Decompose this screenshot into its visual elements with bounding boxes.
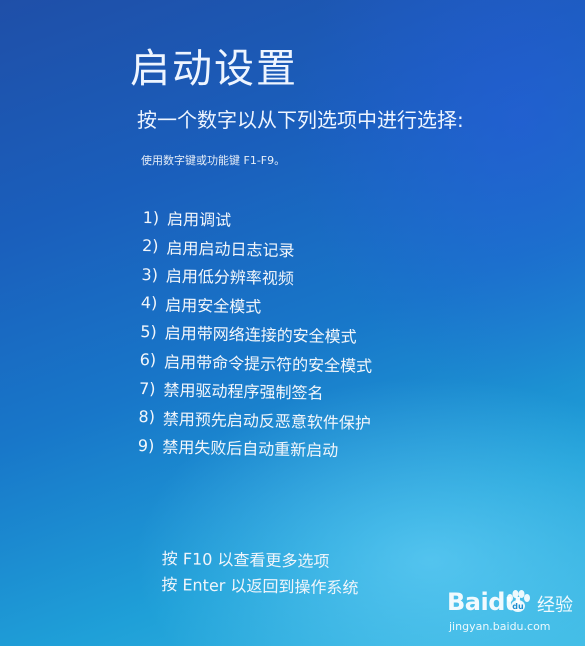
option-label: 启用带网络连接的安全模式 bbox=[164, 323, 357, 347]
option-label: 启用安全模式 bbox=[165, 295, 262, 317]
option-label: 禁用驱动程序强制签名 bbox=[163, 380, 324, 404]
svg-text:du: du bbox=[512, 602, 524, 611]
watermark-url: jingyan.baidu.com bbox=[449, 620, 551, 633]
option-label: 启用启动日志记录 bbox=[166, 238, 295, 260]
startup-settings-screen: 启动设置 按一个数字以从下列选项中进行选择: 使用数字键或功能键 F1-F9。 … bbox=[0, 0, 585, 646]
option-number: 2) bbox=[141, 236, 159, 256]
option-number: 8) bbox=[138, 407, 156, 427]
option-number: 7) bbox=[138, 378, 156, 399]
option-number: 3) bbox=[141, 264, 159, 285]
option-number: 1) bbox=[142, 207, 160, 228]
page-title: 启动设置 bbox=[130, 46, 298, 92]
option-label: 启用带命令提示符的安全模式 bbox=[163, 352, 373, 376]
option-label: 禁用预先启动反恶意软件保护 bbox=[162, 409, 372, 433]
option-number: 6) bbox=[139, 350, 157, 370]
option-number: 5) bbox=[140, 321, 157, 342]
option-label: 启用调试 bbox=[166, 209, 232, 231]
watermark-suffix-text: 经验 bbox=[537, 595, 573, 616]
footer-instructions: 按 F10 以查看更多选项 按 Enter 以返回到操作系统 bbox=[161, 546, 359, 601]
option-number: 9) bbox=[137, 435, 155, 456]
option-label: 启用低分辨率视频 bbox=[165, 266, 295, 289]
startup-options-list: 1) 启用调试 2) 启用启动日志记录 3) 启用低分辨率视频 4) 启用安全模… bbox=[138, 203, 376, 464]
instruction-text: 按一个数字以从下列选项中进行选择: bbox=[137, 108, 464, 132]
paw-icon: du bbox=[507, 590, 530, 612]
more-options-hint[interactable]: 按 F10 以查看更多选项 bbox=[162, 546, 360, 575]
return-to-os-hint[interactable]: 按 Enter 以返回到操作系统 bbox=[161, 572, 359, 601]
baidu-watermark: Baidu du 经验 jingyan.baidu.com bbox=[447, 586, 579, 642]
option-number: 4) bbox=[140, 293, 158, 313]
option-disable-auto-restart[interactable]: 9) 禁用失败后自动重新启动 bbox=[138, 431, 371, 464]
key-hint-text: 使用数字键或功能键 F1-F9。 bbox=[141, 154, 286, 167]
option-label: 禁用失败后自动重新启动 bbox=[162, 437, 339, 461]
